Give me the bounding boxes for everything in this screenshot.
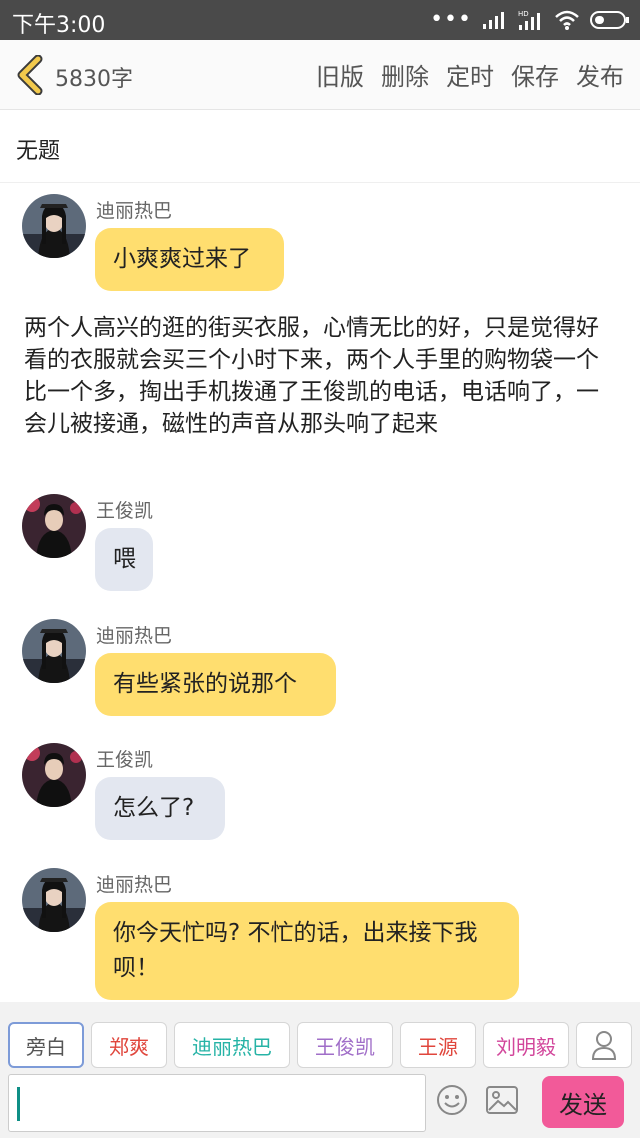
story-title-field[interactable]: 无题 <box>0 111 640 183</box>
notification-dots-icon: ••• <box>430 7 472 32</box>
toolbar-actions: 旧版 删除 定时 保存 发布 <box>316 57 624 92</box>
text-cursor <box>17 1087 20 1121</box>
send-button[interactable]: 发送 <box>542 1076 624 1128</box>
image-icon[interactable] <box>486 1086 518 1114</box>
role-wangjunkai-button[interactable]: 王俊凯 <box>297 1022 393 1068</box>
role-label: 王俊凯 <box>315 1034 375 1059</box>
signal-icon <box>483 12 504 29</box>
speaker-name: 王俊凯 <box>96 500 154 522</box>
manage-roles-button[interactable] <box>576 1022 632 1068</box>
avatar-wangjunkai-icon[interactable] <box>22 494 86 558</box>
message-bubble[interactable]: 怎么了? <box>95 777 225 840</box>
speaker-name: 王俊凯 <box>96 749 154 771</box>
back-arrow-icon[interactable] <box>14 55 48 95</box>
signal-hd-icon: HD <box>518 10 540 30</box>
message-bubble[interactable]: 小爽爽过来了 <box>95 228 284 291</box>
message-bubble[interactable]: 有些紧张的说那个 <box>95 653 336 716</box>
composer-bar: 发送 <box>0 1072 640 1138</box>
role-wangyuan-button[interactable]: 王源 <box>400 1022 476 1068</box>
role-zhengshuang-button[interactable]: 郑爽 <box>91 1022 167 1068</box>
narration-paragraph[interactable]: 两个人高兴的逛的街买衣服，心情无比的好，只是觉得好看的衣服就会买三个小时下来，两… <box>24 312 616 440</box>
role-label: 王源 <box>418 1034 458 1059</box>
message-bubble[interactable]: 你今天忙吗? 不忙的话，出来接下我呗！ <box>95 902 519 1000</box>
avatar-dilireba-icon[interactable] <box>22 194 86 258</box>
message-text: 有些紧张的说那个 <box>113 671 297 697</box>
save-button[interactable]: 保存 <box>511 57 559 92</box>
status-time: 下午3:00 <box>12 13 106 38</box>
delete-button[interactable]: 删除 <box>381 57 429 92</box>
avatar-dilireba-icon[interactable] <box>22 619 86 683</box>
message-text: 你今天忙吗? 不忙的话，出来接下我呗！ <box>113 920 478 981</box>
role-dilireba-button[interactable]: 迪丽热巴 <box>174 1022 290 1068</box>
avatar-wangjunkai-icon[interactable] <box>22 743 86 807</box>
publish-button[interactable]: 发布 <box>576 57 624 92</box>
old-version-button[interactable]: 旧版 <box>316 57 364 92</box>
speaker-name: 迪丽热巴 <box>96 874 173 896</box>
avatar-dilireba-icon[interactable] <box>22 868 86 932</box>
status-icons: ••• HD <box>430 8 630 32</box>
role-selector-bar: 旁白 郑爽 迪丽热巴 王俊凯 王源 刘明毅 <box>0 1002 640 1072</box>
send-label: 发送 <box>559 1090 607 1119</box>
person-icon <box>591 1031 617 1060</box>
story-title: 无题 <box>16 139 61 164</box>
message-text: 喂 <box>113 546 136 572</box>
role-label: 郑爽 <box>109 1034 149 1059</box>
status-bar: 下午3:00 ••• HD <box>0 0 640 40</box>
word-count: 5830字 <box>55 67 133 92</box>
battery-icon <box>590 11 629 29</box>
speaker-name: 迪丽热巴 <box>96 625 173 647</box>
svg-text:HD: HD <box>518 10 529 18</box>
role-liumingyi-button[interactable]: 刘明毅 <box>483 1022 569 1068</box>
role-label: 旁白 <box>26 1034 66 1059</box>
message-input[interactable] <box>8 1074 426 1132</box>
message-text: 小爽爽过来了 <box>113 246 251 272</box>
role-label: 迪丽热巴 <box>192 1034 272 1059</box>
message-bubble[interactable]: 喂 <box>95 528 153 591</box>
schedule-button[interactable]: 定时 <box>446 57 494 92</box>
editor-toolbar: 5830字 旧版 删除 定时 保存 发布 <box>0 40 640 110</box>
emoji-icon[interactable] <box>436 1084 468 1116</box>
role-narrator-button[interactable]: 旁白 <box>8 1022 84 1068</box>
speaker-name: 迪丽热巴 <box>96 200 173 222</box>
message-text: 怎么了? <box>113 795 195 821</box>
role-label: 刘明毅 <box>496 1034 556 1059</box>
wifi-icon <box>555 10 579 30</box>
